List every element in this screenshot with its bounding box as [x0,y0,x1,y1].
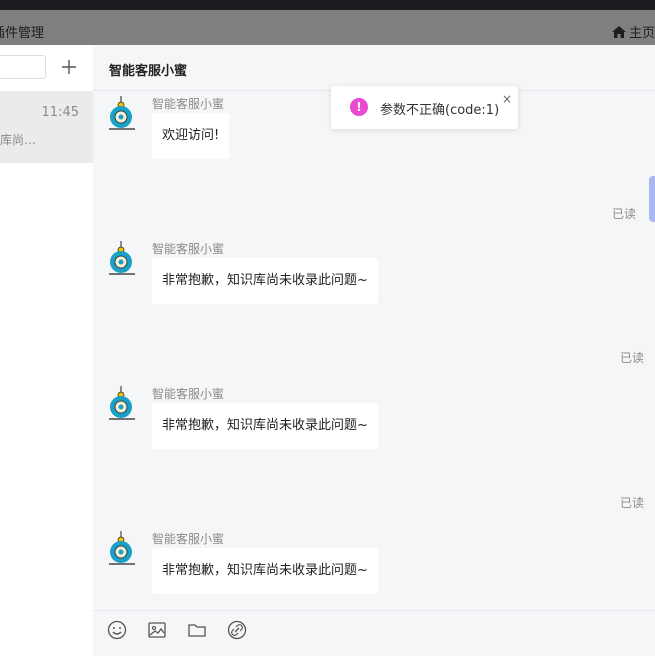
error-toast: ! 参数不正确(code:1) × [331,86,518,129]
read-receipt: 已读 [620,351,645,365]
read-receipt: 已读 [612,207,637,221]
menu-home[interactable]: 主页 [611,22,655,41]
error-icon: ! [350,98,368,116]
folder-icon[interactable] [187,620,207,640]
message-bubble: 非常抱歉，知识库尚未收录此问题~ [152,403,378,449]
search-input[interactable] [0,55,46,79]
plus-icon[interactable] [60,58,78,76]
close-icon[interactable]: × [502,92,512,106]
conversation-item[interactable]: 11:45 库尚… [0,91,93,163]
chat-title: 智能客服小蜜 [109,64,188,79]
message-bubble: 欢迎访问! [152,113,230,159]
menu-home-label: 主页 [628,26,655,41]
bot-avatar-icon [109,386,135,420]
chat-header: 智能客服小蜜 [93,45,655,91]
browser-top-bar [0,0,655,10]
toast-message: 参数不正确(code:1) [380,103,500,118]
bot-avatar-icon [109,531,135,565]
conversation-time: 11:45 [41,105,79,120]
bot-avatar-icon [109,241,135,275]
message-bubble: 非常抱歉，知识库尚未收录此问题~ [152,258,378,304]
user-message-edge [649,176,655,222]
bot-avatar-icon [109,96,135,130]
menu-plugin-management-label: 插件管理 [0,26,45,41]
emoji-icon[interactable] [107,620,127,640]
message-bubble: 非常抱歉，知识库尚未收录此问题~ [152,548,378,594]
chat-panel: 智能客服小蜜 智能客服小蜜 欢迎访问! 已读 智能客服小蜜 非常抱歉，知识库尚未… [93,45,655,656]
conversation-sidebar: 11:45 库尚… [0,45,93,656]
image-icon[interactable] [147,620,167,640]
read-receipt: 已读 [620,496,645,510]
sender-name: 智能客服小蜜 [152,242,225,256]
link-icon[interactable] [227,620,247,640]
conversation-preview: 库尚… [0,133,37,147]
menu-bar [0,10,655,45]
composer-toolbar [93,610,655,656]
home-icon [611,25,626,38]
sender-name: 智能客服小蜜 [152,97,225,111]
menu-plugin-management[interactable]: 插件管理 [0,22,52,41]
sender-name: 智能客服小蜜 [152,387,225,401]
sender-name: 智能客服小蜜 [152,532,225,546]
